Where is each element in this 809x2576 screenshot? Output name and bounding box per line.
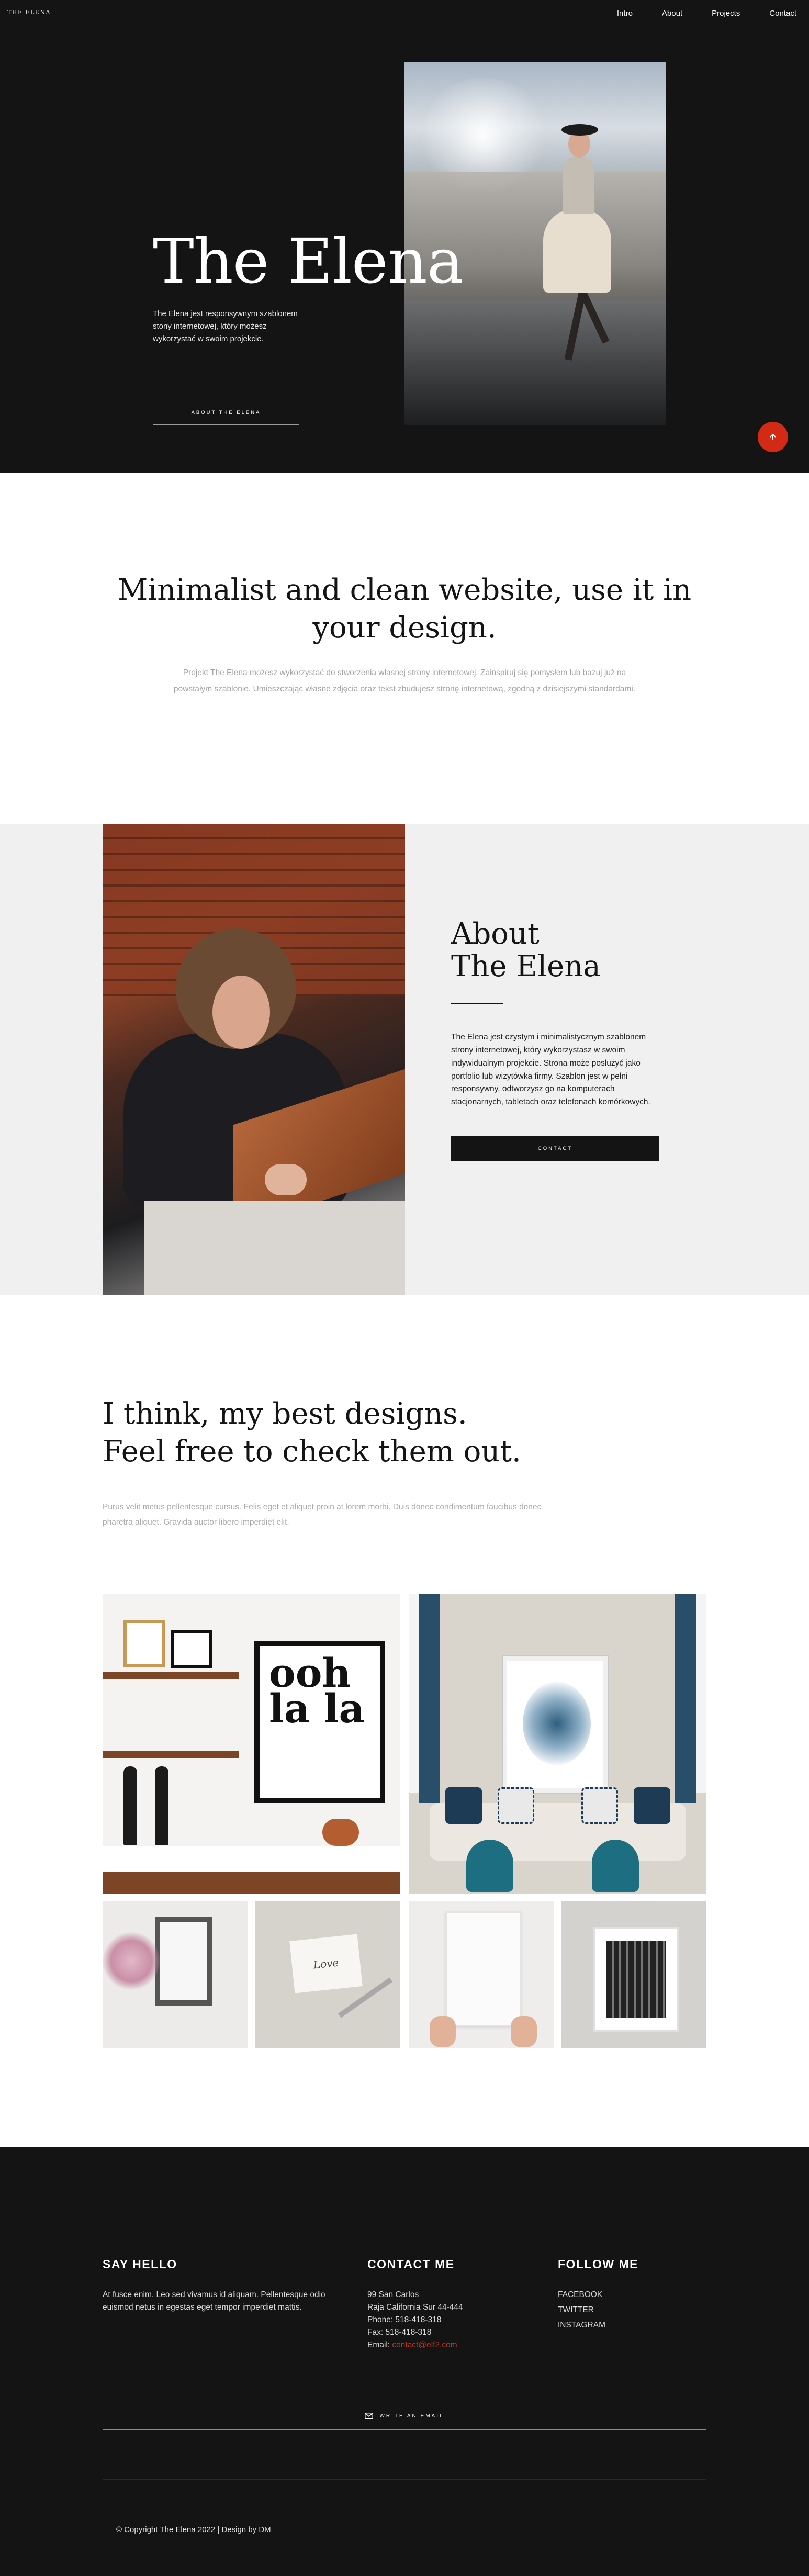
facebook-link[interactable]: FACEBOOK (558, 2289, 605, 2301)
address-line-1: 99 San Carlos (367, 2290, 419, 2299)
email-label: Email: (367, 2340, 390, 2350)
project-tile-frame-with-flowers[interactable] (103, 1901, 248, 2048)
love-card: Love (289, 1934, 363, 1993)
social-links: FACEBOOK TWITTER INSTAGRAM (558, 2289, 605, 2332)
main-nav: Intro About Projects Contact (617, 9, 796, 18)
project-tile-hands-holding-frame[interactable] (409, 1901, 554, 2048)
say-hello-text: At fusce enim. Leo sed vivamus id aliqua… (103, 2290, 325, 2312)
nav-link-about[interactable]: About (662, 9, 682, 18)
email-link[interactable]: contact@elf2.com (392, 2340, 457, 2349)
about-divider (451, 1003, 503, 1004)
about-the-elena-button[interactable]: ABOUT THE ELENA (153, 400, 299, 425)
write-an-email-label: WRITE AN EMAIL (379, 2413, 444, 2419)
about-photo-woman-writing (103, 824, 405, 1295)
fax-number: Fax: 518-418-318 (367, 2328, 432, 2337)
address-line-2: Raja California Sur 44-444 (367, 2303, 463, 2312)
instagram-link[interactable]: INSTAGRAM (558, 2319, 605, 2332)
project-tile-living-room[interactable] (409, 1594, 706, 1894)
footer-divider (103, 2479, 706, 2480)
about-heading-line2: The Elena (451, 949, 601, 983)
projects-heading-line2: Feel free to check them out. (103, 1434, 521, 1469)
hero-description: The Elena jest responsywnym szablonem st… (153, 309, 298, 343)
twitter-link[interactable]: TWITTER (558, 2304, 605, 2316)
about-heading-line1: About (451, 917, 540, 951)
projects-section: I think, my best designs. Feel free to c… (0, 1295, 809, 2147)
logo-text: THE ELENA (7, 9, 51, 16)
poster-artwork: ooh la la (254, 1641, 385, 1803)
arrow-up-icon (770, 434, 776, 440)
project-tile-love-card[interactable]: Love (255, 1901, 400, 2048)
projects-heading-line1: I think, my best designs. (103, 1397, 467, 1431)
project-tile-ooh-la-la-shelves[interactable]: ooh la la (103, 1594, 400, 1894)
envelope-icon (365, 2413, 374, 2419)
about-heading: About The Elena (451, 918, 660, 982)
project-tile-city-print-frame[interactable] (561, 1901, 706, 2048)
top-navigation-bar: THE ELENA Intro About Projects Contact (0, 0, 809, 26)
nav-link-projects[interactable]: Projects (712, 9, 740, 18)
site-logo[interactable]: THE ELENA (7, 9, 51, 17)
phone-number: Phone: 518-418-318 (367, 2315, 442, 2325)
projects-heading: I think, my best designs. Feel free to c… (103, 1395, 521, 1470)
say-hello-heading: SAY HELLO (103, 2257, 177, 2271)
email-line: Email: contact@elf2.com (367, 2339, 463, 2351)
nav-link-contact[interactable]: Contact (769, 9, 796, 18)
contact-button[interactable]: CONTACT (451, 1136, 659, 1161)
poster-text: ooh la la (269, 1650, 365, 1732)
hero-section: THE ELENA Intro About Projects Contact T… (0, 0, 809, 473)
write-an-email-button[interactable]: WRITE AN EMAIL (103, 2402, 706, 2430)
scroll-to-top-button[interactable] (758, 422, 788, 452)
about-text: The Elena jest czystym i minimalistyczny… (451, 1033, 650, 1107)
contact-me-heading: CONTACT ME (367, 2257, 455, 2271)
intro-heading: Minimalist and clean website, use it in … (117, 573, 692, 645)
hero-title: The Elena (153, 225, 464, 297)
follow-me-heading: FOLLOW ME (558, 2257, 639, 2271)
about-content: About The Elena The Elena jest czystym i… (451, 918, 660, 1161)
about-section: About The Elena The Elena jest czystym i… (0, 824, 809, 1295)
copyright-text: © Copyright The Elena 2022 | Design by D… (116, 2525, 271, 2534)
intro-text: Projekt The Elena możesz wykorzystać do … (173, 668, 636, 693)
contact-details: 99 San Carlos Raja California Sur 44-444… (367, 2289, 463, 2351)
site-footer: SAY HELLO At fusce enim. Leo sed vivamus… (0, 2147, 809, 2576)
projects-text: Purus velit metus pellentesque cursus. F… (103, 1503, 542, 1527)
intro-section: Minimalist and clean website, use it in … (0, 473, 809, 824)
nav-link-intro[interactable]: Intro (617, 9, 633, 18)
